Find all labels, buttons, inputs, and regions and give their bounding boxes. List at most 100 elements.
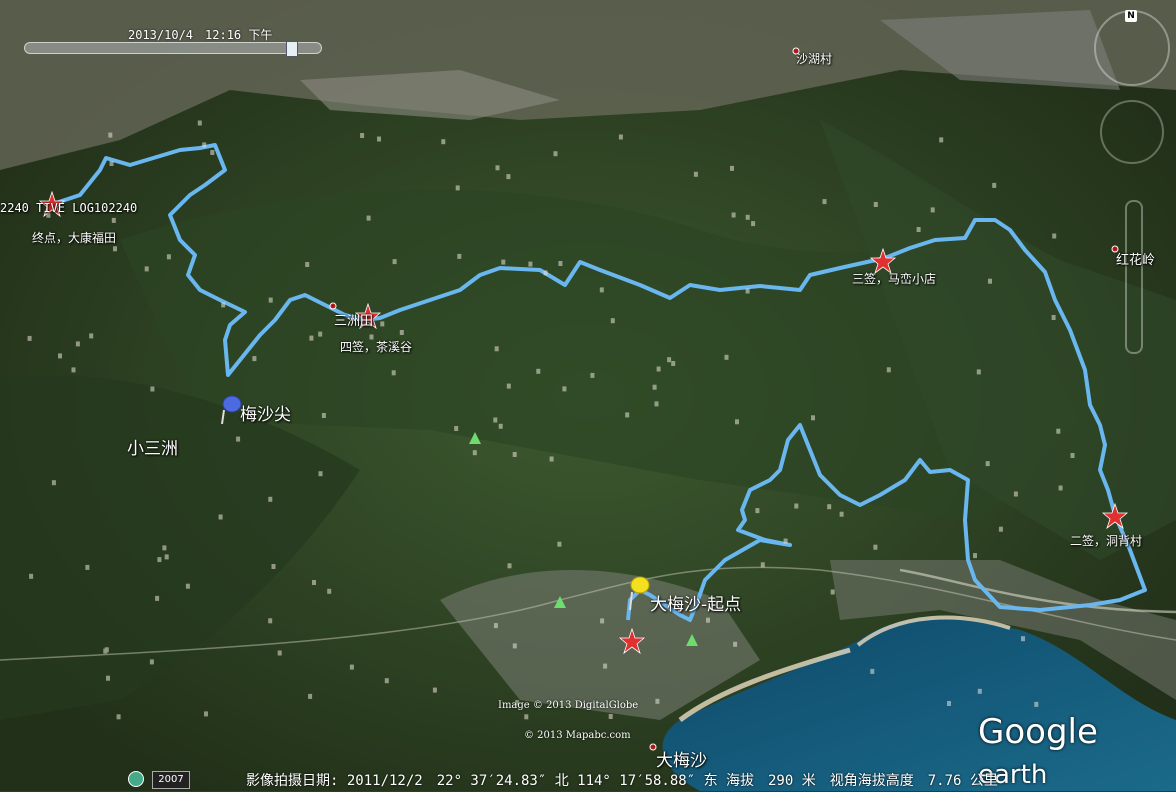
poi-marker [827,504,832,510]
zoom-slider[interactable] [1125,200,1143,354]
poi-marker [472,450,477,456]
poi-marker [553,151,558,157]
poi-marker [506,383,511,389]
poi-marker [457,253,462,259]
poi-marker [755,508,760,514]
poi-marker [455,185,460,191]
poi-marker [558,261,563,266]
poi-marker [783,538,788,544]
poi-marker [157,557,162,563]
poi-marker [498,423,503,429]
poi-marker [745,288,750,294]
poi-marker [590,372,595,378]
poi-marker [321,413,326,418]
poi-marker [454,426,459,431]
poi-marker [603,663,608,669]
poi-marker [1021,636,1025,642]
poi-marker [1013,491,1018,497]
poi-marker [441,139,446,145]
satellite-map[interactable] [0,0,1176,791]
poi-marker [543,270,548,276]
poi-marker [1052,233,1057,239]
poi-marker [618,134,623,140]
poi-marker [58,353,62,359]
poi-marker [103,648,108,654]
poi-marker [277,650,282,656]
poi-marker [973,553,977,559]
poi-marker [51,480,56,486]
poi-marker [384,678,389,684]
poi-marker [268,297,273,303]
poi-marker [29,573,34,579]
imagery-credit: Image © 2013 DigitalGlobe [498,700,639,711]
poi-marker [656,366,661,372]
poi-marker [162,545,167,551]
time-slider-handle[interactable] [286,41,298,57]
poi-marker [830,589,835,595]
poi-marker [268,496,273,502]
poi-marker [116,714,121,720]
status-text: 影像拍摄日期: 2011/12/2 22° 37′24.83″ 北 114° 1… [246,773,998,789]
time-slider-rail[interactable] [24,42,322,54]
poi-marker [506,174,511,180]
poi-marker [360,133,365,138]
poi-marker [1070,453,1075,458]
poi-marker [166,254,171,260]
imagery-year-badge[interactable]: 2007 [152,771,190,789]
poi-marker [794,503,799,509]
poi-marker [693,171,698,177]
poi-marker [377,136,381,142]
poi-marker [667,357,672,363]
checkpoint-fourth-label: 四签，茶溪谷 [340,340,413,354]
poi-marker [977,688,982,694]
poi-marker [988,278,992,284]
poi-marker [75,341,80,347]
poi-marker [599,287,604,293]
poi-marker [218,514,223,520]
time-slider[interactable]: 2013/10/4 12:16 下午 [24,26,322,57]
poi-marker [318,331,323,337]
poi-marker [268,618,273,624]
poi-marker [204,711,208,717]
poi-marker [309,335,314,341]
poi-marker [930,207,935,213]
north-indicator[interactable]: N [1125,10,1137,22]
place-label-xiaosanzhou: 小三洲 [127,439,178,459]
poi-marker [493,417,498,423]
poi-marker [155,595,160,601]
poi-marker [886,367,891,373]
poi-marker [985,461,990,467]
checkpoint-third-label: 三签，马峦小店 [852,272,937,286]
poi-marker [610,318,615,324]
compass-control[interactable]: N [1094,10,1170,86]
poi-marker [85,564,90,570]
poi-marker [652,384,657,390]
poi-marker [724,354,729,360]
poi-marker [221,302,226,308]
poi-marker [976,369,981,375]
poi-marker [106,675,110,681]
poi-marker [1058,485,1063,491]
poi-marker [495,165,500,171]
poi-marker [150,386,155,392]
poi-marker [654,401,659,407]
poi-marker [111,217,116,223]
poi-marker [202,142,207,148]
poi-marker [164,554,169,560]
poi-marker [512,643,517,649]
poi-marker [822,199,827,205]
poi-marker [252,356,257,362]
poi-marker [745,214,750,220]
historical-imagery-icon[interactable] [128,771,144,787]
poi-marker [108,132,113,138]
poi-marker [27,335,32,341]
poi-marker [507,563,512,569]
look-joystick-control[interactable] [1100,100,1164,164]
poi-marker [89,333,94,339]
time-slider-date: 2013/10/4 12:16 下午 [128,28,273,42]
poi-marker [318,471,323,477]
poi-marker [327,588,332,594]
place-label-meishajian: 梅沙尖 [240,405,291,425]
poi-marker [144,266,149,272]
checkpoint-end-label: 终点，大康福田 [32,231,117,245]
